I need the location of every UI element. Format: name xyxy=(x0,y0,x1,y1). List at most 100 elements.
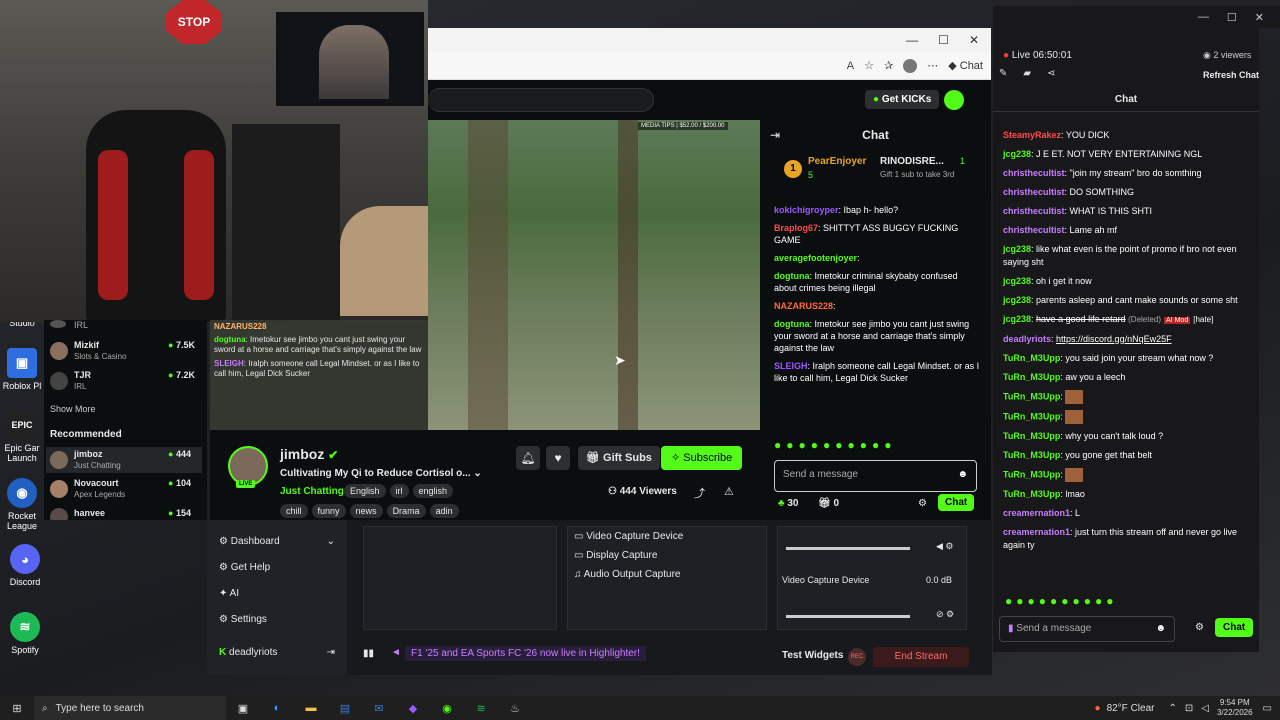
obs-icon[interactable]: ◉ xyxy=(438,699,456,717)
chat-username[interactable]: jcg238 xyxy=(1003,314,1031,324)
chat-username[interactable]: christhecultist xyxy=(1003,225,1065,235)
windows-start-icon[interactable]: ⊞ xyxy=(8,699,26,717)
source-item[interactable]: ♫ Audio Output Capture xyxy=(568,565,766,584)
emote-bar[interactable]: ●●●●●●●●●● xyxy=(1005,594,1185,608)
kick-message-input[interactable]: Send a message ☻ xyxy=(774,460,977,492)
chat-username[interactable]: TuRn_M3Upp xyxy=(1003,431,1060,441)
obs-user[interactable]: K deadlyriots ⇥ xyxy=(219,647,335,658)
gift-subs-button[interactable]: 🎁︎ Gift Subs xyxy=(578,446,660,470)
emote-bar[interactable]: ●●●●●●●●●● xyxy=(774,438,982,452)
show-more-link[interactable]: Show More xyxy=(50,404,96,414)
rocket-league-desktop-icon[interactable]: ◉ Rocket League xyxy=(0,478,44,531)
tag[interactable]: english xyxy=(412,484,454,498)
chat-username[interactable]: TuRn_M3Upp xyxy=(1003,372,1060,382)
subscribe-button[interactable]: ✧ Subscribe xyxy=(661,446,743,470)
get-kicks-button[interactable]: ● Get KICKs xyxy=(865,90,940,109)
tag[interactable]: English xyxy=(344,484,386,498)
settings-icon[interactable]: ⚙ xyxy=(1195,622,1204,633)
share-icon[interactable]: ⤴ xyxy=(694,485,705,501)
user-avatar[interactable] xyxy=(944,90,964,110)
speaker-icon[interactable]: ◀ ⚙ xyxy=(936,541,954,552)
maximize-icon[interactable]: ☐ xyxy=(1227,11,1237,24)
spotify-desktop-icon[interactable]: ≋ Spotify xyxy=(3,612,47,655)
minimize-icon[interactable]: — xyxy=(1198,11,1209,23)
volume-slider[interactable] xyxy=(786,615,910,618)
ticker[interactable]: F1 '25 and EA Sports FC '26 now live in … xyxy=(405,646,646,661)
kick-search-input[interactable] xyxy=(428,88,654,112)
chat-username[interactable]: TuRn_M3Upp xyxy=(1003,450,1060,460)
logout-icon[interactable]: ⇥ xyxy=(327,647,335,658)
end-stream-button[interactable]: End Stream xyxy=(873,647,969,667)
emoji-icon[interactable]: ☻ xyxy=(1155,623,1166,634)
taskbar-search[interactable]: ⌕ Type here to search xyxy=(34,696,226,720)
source-item[interactable]: ▭ Video Capture Device xyxy=(568,527,766,546)
mute-icon[interactable]: ⊘ ⚙ xyxy=(936,609,954,620)
chat-username[interactable]: deadlyriots xyxy=(1003,334,1051,344)
chat-username[interactable]: TuRn_M3Upp xyxy=(1003,353,1060,363)
outlook-icon[interactable]: ✉ xyxy=(370,699,388,717)
chat-username[interactable]: creamernation1 xyxy=(1003,527,1070,537)
store-icon[interactable]: ▤ xyxy=(336,699,354,717)
copilot-icon[interactable]: ◆ xyxy=(404,699,422,717)
bell-icon[interactable]: 🔔︎ xyxy=(516,446,540,470)
task-view-icon[interactable]: ▣ xyxy=(234,699,252,717)
chat-username[interactable]: jcg238 xyxy=(1003,244,1031,254)
copilot-chat-button[interactable]: ◆ Chat xyxy=(948,59,983,72)
epic-desktop-icon[interactable]: EPIC Epic Gar Launch xyxy=(0,410,44,463)
chevron-down-icon[interactable]: ⌄ xyxy=(473,468,481,479)
discord-desktop-icon[interactable]: ◕ Discord xyxy=(3,544,47,587)
sidebar-item-jimboz[interactable]: jimboz Just Chatting ● 444 xyxy=(46,447,202,473)
chat-username[interactable]: creamernation1 xyxy=(1003,508,1070,518)
tray-chevron-icon[interactable]: ⌃ xyxy=(1168,703,1176,714)
menu-ai[interactable]: ✦ AI xyxy=(219,588,239,599)
stream-video[interactable]: MEDIA TIPS | $52.00 / $200.00 ➤ xyxy=(428,120,760,430)
tag[interactable]: irl xyxy=(389,484,409,498)
volume-slider[interactable] xyxy=(786,547,910,550)
tag[interactable]: adin xyxy=(429,504,459,518)
folder-icon[interactable]: ▰ xyxy=(1023,68,1031,79)
menu-get-help[interactable]: ⚙ Get Help xyxy=(219,562,270,573)
chat-username[interactable]: jcg238 xyxy=(1003,149,1031,159)
chat-username[interactable]: TuRn_M3Upp xyxy=(1003,489,1060,499)
chat-app-input[interactable]: ▮ Send a message ☻ xyxy=(999,616,1175,642)
read-aloud-icon[interactable]: A xyxy=(847,60,854,72)
chat-username[interactable]: jcg238 xyxy=(1003,276,1031,286)
close-icon[interactable]: ✕ xyxy=(969,33,979,47)
chat-username[interactable]: christhecultist xyxy=(1003,168,1065,178)
chat-link[interactable]: https://discord.gg/nNqEw25F xyxy=(1056,334,1172,344)
sidebar-item[interactable]: IRL xyxy=(50,320,200,330)
chat-username[interactable]: christhecultist xyxy=(1003,187,1065,197)
rec-button[interactable]: REC xyxy=(848,648,866,666)
edge-icon[interactable]: ◐ xyxy=(268,699,286,717)
report-icon[interactable]: ⚠ xyxy=(724,485,734,498)
menu-dashboard[interactable]: ⚙ Dashboard ⌄ xyxy=(219,536,335,547)
settings-icon[interactable]: ⚙ xyxy=(918,498,927,509)
maximize-icon[interactable]: ☐ xyxy=(938,33,949,47)
pencil-icon[interactable]: ✎ xyxy=(999,68,1007,79)
more-icon[interactable]: ⋯ xyxy=(927,59,938,72)
tag[interactable]: news xyxy=(349,504,383,518)
mic-icon[interactable]: ▮ xyxy=(1008,623,1014,634)
steam-icon[interactable]: ♨ xyxy=(506,699,524,717)
test-widgets-button[interactable]: Test Widgets xyxy=(782,650,843,661)
streamer-name[interactable]: jimboz ✔ xyxy=(280,446,338,462)
tag[interactable]: funny xyxy=(311,504,346,518)
spotify-icon[interactable]: ≋ xyxy=(472,699,490,717)
menu-settings[interactable]: ⚙ Settings xyxy=(219,614,267,625)
chat-username[interactable]: TuRn_M3Upp xyxy=(1003,411,1060,421)
notification-icon[interactable]: ▭ xyxy=(1263,703,1272,714)
favorite-icon[interactable]: ☆ xyxy=(864,59,874,72)
sidebar-item-hanvee[interactable]: hanvee ● 154 xyxy=(50,506,200,520)
emoji-icon[interactable]: ☻ xyxy=(957,469,968,480)
chat-username[interactable]: jcg238 xyxy=(1003,295,1031,305)
file-explorer-icon[interactable]: ▬ xyxy=(302,699,320,717)
share-icon[interactable]: ⋖ xyxy=(1047,68,1055,79)
profile-avatar[interactable] xyxy=(903,58,918,73)
collections-icon[interactable]: ✰ xyxy=(884,59,893,72)
refresh-chat-button[interactable]: Refresh Chat xyxy=(1203,70,1259,80)
chat-username[interactable]: TuRn_M3Upp xyxy=(1003,469,1060,479)
weather-text[interactable]: 82°F Clear xyxy=(1107,703,1155,714)
roblox-desktop-icon[interactable]: ▣ Roblox Pl xyxy=(0,348,44,391)
clock[interactable]: 9:54 PM 3/22/2026 xyxy=(1217,698,1253,718)
tag[interactable]: chill xyxy=(280,504,308,518)
